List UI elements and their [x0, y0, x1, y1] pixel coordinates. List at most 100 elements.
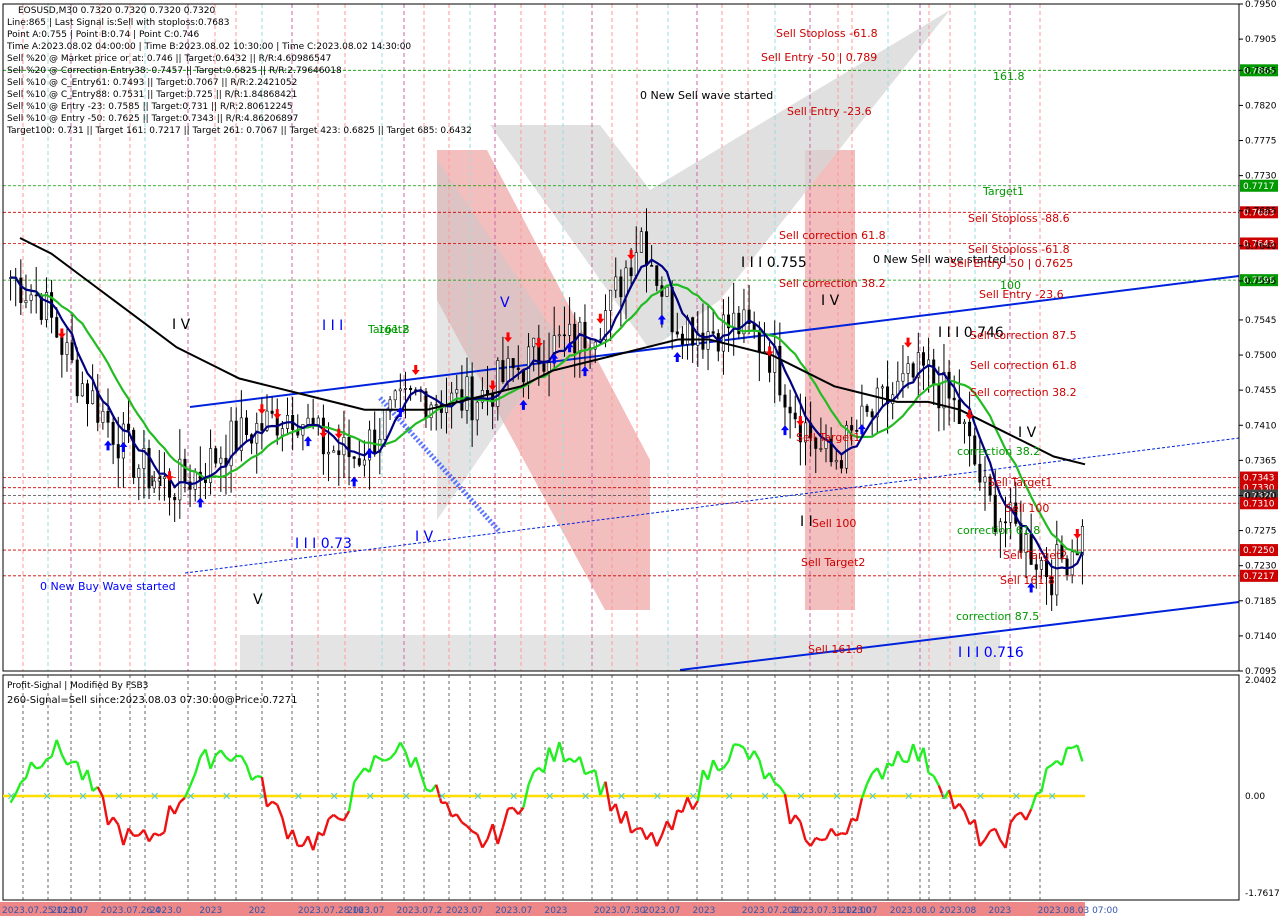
- indicator-cross-icon: ✕: [401, 790, 410, 803]
- y-tick-label: 0.7820: [1245, 101, 1277, 111]
- candle-body: [579, 322, 581, 353]
- candle-body: [173, 497, 175, 500]
- candle-body: [527, 347, 529, 382]
- indicator-cross-icon: ✕: [725, 790, 734, 803]
- candle-body: [81, 384, 83, 396]
- candle-body: [409, 388, 411, 389]
- time-axis-label: 2023.0: [150, 906, 182, 916]
- candle-body: [71, 343, 73, 360]
- chart-annotation: Sell Entry -50 | 0.789: [761, 51, 877, 64]
- chart-svg[interactable]: 0.78650.77170.76830.76430.75960.73430.73…: [0, 0, 1280, 920]
- chart-annotation: I V: [1018, 425, 1037, 441]
- y-tick-label: 0.7640: [1245, 242, 1277, 252]
- indicator-cross-icon: ✕: [832, 790, 841, 803]
- header-info-line: Sell %10 @ C_Entry88: 0.7531 || Target:0…: [7, 90, 297, 100]
- candle-body: [620, 277, 622, 297]
- candle-body: [902, 373, 904, 381]
- indicator-cross-icon: ✕: [976, 790, 985, 803]
- indicator-segment: [821, 839, 826, 840]
- candle-body: [358, 459, 360, 466]
- candle-body: [373, 430, 375, 452]
- y-tick-label: 0.7320: [1245, 491, 1277, 501]
- time-axis-label: 2023: [692, 906, 715, 916]
- candle-body: [615, 277, 617, 290]
- indicator-cross-icon: ✕: [1048, 790, 1057, 803]
- candle-body: [215, 449, 217, 464]
- chart-annotation: Sell 100: [812, 517, 856, 530]
- indicator-cross-icon: ✕: [473, 790, 482, 803]
- candle-body: [943, 372, 945, 408]
- trading-chart[interactable]: 0.78650.77170.76830.76430.75960.73430.73…: [0, 0, 1280, 920]
- candle-body: [563, 335, 565, 336]
- candle-body: [307, 418, 309, 424]
- candle-body: [194, 472, 196, 489]
- candle-body: [132, 430, 134, 477]
- candle-body: [968, 422, 970, 436]
- chart-annotation: Sell Entry -23.6: [979, 288, 1064, 301]
- time-axis-label: 2023.07.30: [594, 906, 646, 916]
- indicator-cross-icon: ✕: [186, 790, 195, 803]
- candle-body: [1071, 552, 1073, 575]
- candle-body: [107, 411, 109, 422]
- indicator-segment: [36, 767, 41, 768]
- time-axis: 2023.07.25 12:002023.072023.07.26 42023.…: [0, 902, 1118, 916]
- candle-body: [676, 332, 678, 334]
- candle-body: [558, 335, 560, 336]
- chart-annotation: Sell correction 38.2: [779, 277, 886, 290]
- candle-body: [866, 406, 868, 412]
- candle-body: [702, 333, 704, 349]
- chart-annotation: Sell Entry -23.6: [787, 105, 872, 118]
- candle-body: [732, 313, 734, 328]
- time-axis-label: 2023: [199, 906, 222, 916]
- candle-body: [640, 232, 642, 253]
- chart-annotation: I I: [800, 514, 813, 530]
- candle-body: [399, 389, 401, 391]
- indicator-cross-icon: ✕: [796, 790, 805, 803]
- candle-body: [466, 377, 468, 411]
- candle-body: [948, 372, 950, 398]
- candle-body: [30, 295, 32, 301]
- candle-body: [61, 337, 63, 354]
- candle-body: [127, 424, 129, 430]
- indicator-signal: 260-Signal=Sell since:2023.08.03 07:30:0…: [7, 695, 297, 706]
- candle-body: [163, 477, 165, 479]
- candle-body: [666, 287, 668, 296]
- candle-body: [235, 421, 237, 451]
- candle-body: [456, 390, 458, 394]
- time-axis-label: 2023: [545, 906, 568, 916]
- candle-body: [25, 300, 27, 302]
- chart-annotation: Sell Entry -50 | 0.7625: [950, 257, 1073, 270]
- chart-annotation: correction 38.2: [957, 445, 1040, 458]
- y-tick-label: 0.7950: [1245, 0, 1277, 10]
- time-axis-label: 2023.07: [495, 906, 532, 916]
- candle-body: [1081, 526, 1083, 555]
- symbol-line: EOSUSD,M30 0.7320 0.7320 0.7320 0.7320: [18, 6, 215, 16]
- candle-body: [56, 317, 58, 337]
- indicator-cross-icon: ✕: [760, 790, 769, 803]
- y-tick-label: 0.7775: [1245, 137, 1277, 147]
- indicator-cross-icon: ✕: [437, 790, 446, 803]
- time-axis-label: 2023.07: [51, 906, 88, 916]
- candle-body: [543, 364, 545, 371]
- candle-body: [91, 391, 93, 404]
- indicator-scale-label: -1.7617: [1245, 889, 1280, 899]
- candle-body: [102, 411, 104, 422]
- candle-body: [486, 390, 488, 393]
- chart-annotation: Sell correction 61.8: [779, 229, 886, 242]
- y-tick-label: 0.7545: [1245, 316, 1277, 326]
- candle-body: [517, 368, 519, 370]
- time-axis-label: 2023: [988, 906, 1011, 916]
- candle-body: [691, 318, 693, 346]
- chart-annotation: 161.8: [993, 70, 1025, 83]
- chart-annotation: correction 87.5: [956, 610, 1039, 623]
- header-info-line: Line:865 | Last Signal is:Sell with stop…: [7, 18, 229, 28]
- price-level-label: 0.7217: [1243, 572, 1275, 582]
- candle-body: [758, 331, 760, 352]
- indicator-cross-icon: ✕: [509, 790, 518, 803]
- candle-body: [389, 400, 391, 410]
- chart-annotation: V: [500, 295, 510, 311]
- chart-annotation: Sell correction 87.5: [970, 329, 1077, 342]
- candle-body: [532, 338, 534, 347]
- time-axis-label: 2023.08.0: [890, 906, 936, 916]
- candle-body: [645, 232, 647, 266]
